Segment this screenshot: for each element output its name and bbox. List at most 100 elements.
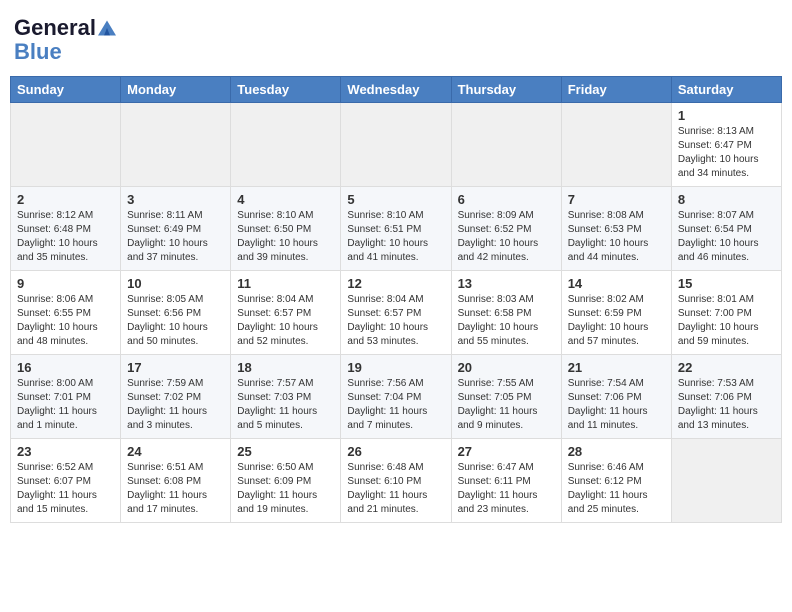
calendar-cell: 14 Sunrise: 8:02 AM Sunset: 6:59 PM Dayli… bbox=[561, 271, 671, 355]
day-number: 9 bbox=[17, 276, 114, 291]
day-info-text: Sunrise: 8:10 AM Sunset: 6:50 PM Dayligh… bbox=[237, 209, 334, 265]
day-info-text: Sunrise: 8:01 AM Sunset: 7:00 PM Dayligh… bbox=[678, 293, 775, 349]
calendar-cell bbox=[231, 103, 341, 187]
day-number: 3 bbox=[127, 192, 224, 207]
calendar-cell: 11 Sunrise: 8:04 AM Sunset: 6:57 PM Dayli… bbox=[231, 271, 341, 355]
day-number: 1 bbox=[678, 108, 775, 123]
day-number: 11 bbox=[237, 276, 334, 291]
day-number: 14 bbox=[568, 276, 665, 291]
calendar-cell: 21Sunrise: 7:54 AM Sunset: 7:06 PM Dayli… bbox=[561, 355, 671, 439]
calendar-cell bbox=[341, 103, 451, 187]
day-info-text: Sunrise: 7:55 AM Sunset: 7:05 PM Dayligh… bbox=[458, 377, 555, 433]
day-number: 16 bbox=[17, 360, 114, 375]
calendar-cell: 6 Sunrise: 8:09 AM Sunset: 6:52 PM Daylig… bbox=[451, 187, 561, 271]
weekday-header-row: SundayMondayTuesdayWednesdayThursdayFrid… bbox=[11, 77, 782, 103]
day-number: 17 bbox=[127, 360, 224, 375]
calendar-cell: 1 Sunrise: 8:13 AM Sunset: 6:47 PM Daylig… bbox=[671, 103, 781, 187]
day-info-text: Sunrise: 7:56 AM Sunset: 7:04 PM Dayligh… bbox=[347, 377, 444, 433]
calendar-cell bbox=[561, 103, 671, 187]
weekday-header-sunday: Sunday bbox=[11, 77, 121, 103]
day-info-text: Sunrise: 6:48 AM Sunset: 6:10 PM Dayligh… bbox=[347, 461, 444, 517]
logo: General Blue bbox=[14, 16, 116, 64]
page-header: General Blue bbox=[10, 10, 782, 70]
day-info-text: Sunrise: 8:10 AM Sunset: 6:51 PM Dayligh… bbox=[347, 209, 444, 265]
weekday-header-wednesday: Wednesday bbox=[341, 77, 451, 103]
calendar-cell: 24Sunrise: 6:51 AM Sunset: 6:08 PM Dayli… bbox=[121, 439, 231, 523]
day-number: 25 bbox=[237, 444, 334, 459]
calendar-cell: 28Sunrise: 6:46 AM Sunset: 6:12 PM Dayli… bbox=[561, 439, 671, 523]
calendar-cell bbox=[121, 103, 231, 187]
day-info-text: Sunrise: 8:06 AM Sunset: 6:55 PM Dayligh… bbox=[17, 293, 114, 349]
day-number: 7 bbox=[568, 192, 665, 207]
day-number: 4 bbox=[237, 192, 334, 207]
calendar-cell: 18 Sunrise: 7:57 AM Sunset: 7:03 PM Dayli… bbox=[231, 355, 341, 439]
day-info-text: Sunrise: 8:05 AM Sunset: 6:56 PM Dayligh… bbox=[127, 293, 224, 349]
calendar-cell: 8Sunrise: 8:07 AM Sunset: 6:54 PM Daylig… bbox=[671, 187, 781, 271]
calendar-cell: 19 Sunrise: 7:56 AM Sunset: 7:04 PM Dayli… bbox=[341, 355, 451, 439]
day-info-text: Sunrise: 8:12 AM Sunset: 6:48 PM Dayligh… bbox=[17, 209, 114, 265]
day-number: 21 bbox=[568, 360, 665, 375]
weekday-header-monday: Monday bbox=[121, 77, 231, 103]
calendar-cell: 26 Sunrise: 6:48 AM Sunset: 6:10 PM Dayli… bbox=[341, 439, 451, 523]
day-info-text: Sunrise: 8:08 AM Sunset: 6:53 PM Dayligh… bbox=[568, 209, 665, 265]
calendar-cell: 7 Sunrise: 8:08 AM Sunset: 6:53 PM Daylig… bbox=[561, 187, 671, 271]
day-number: 24 bbox=[127, 444, 224, 459]
calendar-cell: 17 Sunrise: 7:59 AM Sunset: 7:02 PM Dayli… bbox=[121, 355, 231, 439]
day-info-text: Sunrise: 8:09 AM Sunset: 6:52 PM Dayligh… bbox=[458, 209, 555, 265]
day-number: 5 bbox=[347, 192, 444, 207]
day-info-text: Sunrise: 6:47 AM Sunset: 6:11 PM Dayligh… bbox=[458, 461, 555, 517]
day-number: 19 bbox=[347, 360, 444, 375]
calendar-cell: 16 Sunrise: 8:00 AM Sunset: 7:01 PM Dayli… bbox=[11, 355, 121, 439]
day-info-text: Sunrise: 8:02 AM Sunset: 6:59 PM Dayligh… bbox=[568, 293, 665, 349]
day-number: 27 bbox=[458, 444, 555, 459]
day-number: 20 bbox=[458, 360, 555, 375]
day-info-text: Sunrise: 7:57 AM Sunset: 7:03 PM Dayligh… bbox=[237, 377, 334, 433]
day-number: 12 bbox=[347, 276, 444, 291]
calendar-cell: 15Sunrise: 8:01 AM Sunset: 7:00 PM Dayli… bbox=[671, 271, 781, 355]
calendar-cell: 25 Sunrise: 6:50 AM Sunset: 6:09 PM Dayli… bbox=[231, 439, 341, 523]
calendar-cell: 22 Sunrise: 7:53 AM Sunset: 7:06 PM Dayli… bbox=[671, 355, 781, 439]
day-number: 28 bbox=[568, 444, 665, 459]
calendar-week-2: 2 Sunrise: 8:12 AM Sunset: 6:48 PM Daylig… bbox=[11, 187, 782, 271]
day-info-text: Sunrise: 6:50 AM Sunset: 6:09 PM Dayligh… bbox=[237, 461, 334, 517]
calendar-cell bbox=[451, 103, 561, 187]
day-number: 18 bbox=[237, 360, 334, 375]
calendar-cell: 4 Sunrise: 8:10 AM Sunset: 6:50 PM Daylig… bbox=[231, 187, 341, 271]
calendar-cell bbox=[671, 439, 781, 523]
day-number: 22 bbox=[678, 360, 775, 375]
day-info-text: Sunrise: 7:53 AM Sunset: 7:06 PM Dayligh… bbox=[678, 377, 775, 433]
day-number: 8 bbox=[678, 192, 775, 207]
day-number: 2 bbox=[17, 192, 114, 207]
calendar-cell bbox=[11, 103, 121, 187]
day-info-text: Sunrise: 8:11 AM Sunset: 6:49 PM Dayligh… bbox=[127, 209, 224, 265]
calendar-cell: 2 Sunrise: 8:12 AM Sunset: 6:48 PM Daylig… bbox=[11, 187, 121, 271]
day-info-text: Sunrise: 8:04 AM Sunset: 6:57 PM Dayligh… bbox=[237, 293, 334, 349]
calendar-cell: 23 Sunrise: 6:52 AM Sunset: 6:07 PM Dayli… bbox=[11, 439, 121, 523]
calendar-week-4: 16 Sunrise: 8:00 AM Sunset: 7:01 PM Dayli… bbox=[11, 355, 782, 439]
calendar-table: SundayMondayTuesdayWednesdayThursdayFrid… bbox=[10, 76, 782, 523]
day-info-text: Sunrise: 8:13 AM Sunset: 6:47 PM Dayligh… bbox=[678, 125, 775, 181]
calendar-cell: 10 Sunrise: 8:05 AM Sunset: 6:56 PM Dayli… bbox=[121, 271, 231, 355]
weekday-header-tuesday: Tuesday bbox=[231, 77, 341, 103]
logo-text-line1: General bbox=[14, 16, 96, 40]
day-info-text: Sunrise: 7:59 AM Sunset: 7:02 PM Dayligh… bbox=[127, 377, 224, 433]
calendar-week-1: 1 Sunrise: 8:13 AM Sunset: 6:47 PM Daylig… bbox=[11, 103, 782, 187]
day-number: 23 bbox=[17, 444, 114, 459]
day-number: 6 bbox=[458, 192, 555, 207]
calendar-cell: 12 Sunrise: 8:04 AM Sunset: 6:57 PM Dayli… bbox=[341, 271, 451, 355]
calendar-cell: 5 Sunrise: 8:10 AM Sunset: 6:51 PM Daylig… bbox=[341, 187, 451, 271]
day-info-text: Sunrise: 8:00 AM Sunset: 7:01 PM Dayligh… bbox=[17, 377, 114, 433]
day-info-text: Sunrise: 8:04 AM Sunset: 6:57 PM Dayligh… bbox=[347, 293, 444, 349]
calendar-week-3: 9 Sunrise: 8:06 AM Sunset: 6:55 PM Daylig… bbox=[11, 271, 782, 355]
day-number: 26 bbox=[347, 444, 444, 459]
weekday-header-thursday: Thursday bbox=[451, 77, 561, 103]
weekday-header-friday: Friday bbox=[561, 77, 671, 103]
calendar-cell: 3 Sunrise: 8:11 AM Sunset: 6:49 PM Daylig… bbox=[121, 187, 231, 271]
calendar-cell: 9 Sunrise: 8:06 AM Sunset: 6:55 PM Daylig… bbox=[11, 271, 121, 355]
day-number: 10 bbox=[127, 276, 224, 291]
logo-text-line2: Blue bbox=[14, 39, 62, 64]
calendar-cell: 27 Sunrise: 6:47 AM Sunset: 6:11 PM Dayli… bbox=[451, 439, 561, 523]
calendar-cell: 13Sunrise: 8:03 AM Sunset: 6:58 PM Dayli… bbox=[451, 271, 561, 355]
weekday-header-saturday: Saturday bbox=[671, 77, 781, 103]
day-info-text: Sunrise: 6:52 AM Sunset: 6:07 PM Dayligh… bbox=[17, 461, 114, 517]
